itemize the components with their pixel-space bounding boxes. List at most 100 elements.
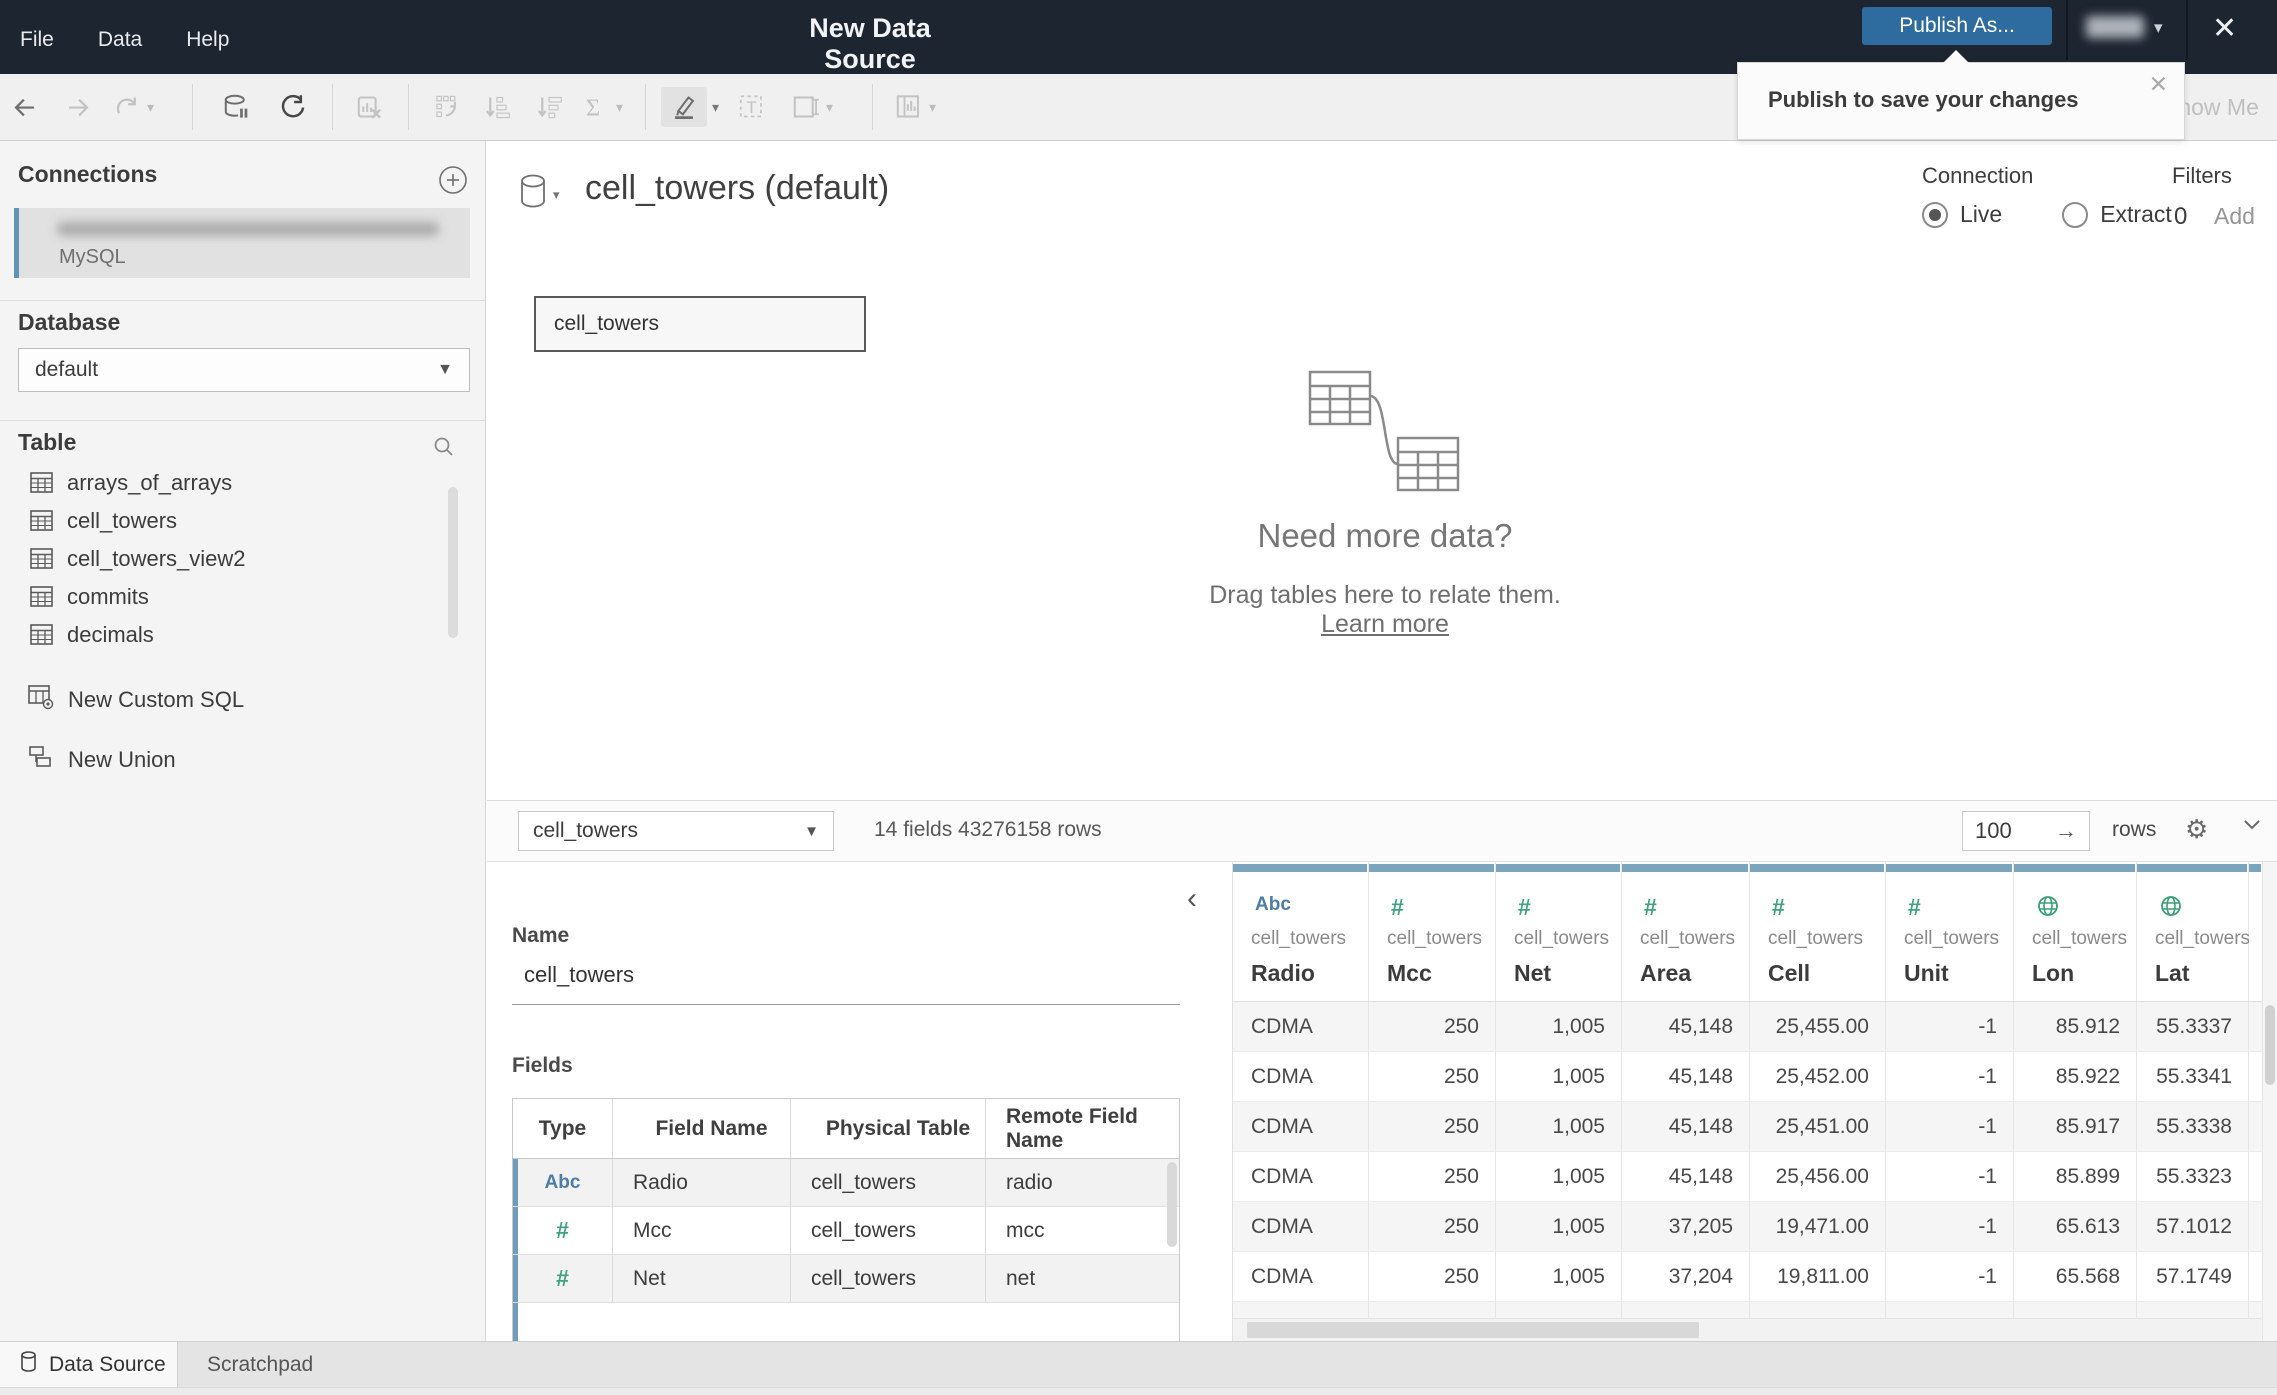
svg-text:Σ: Σ: [586, 94, 600, 121]
grid-cell: -1: [1886, 1152, 2014, 1201]
tooltip-close-icon[interactable]: ✕: [2149, 71, 2168, 98]
totals-sigma-icon[interactable]: Σ ▾: [581, 93, 623, 121]
text-annotation-icon[interactable]: T: [737, 93, 767, 121]
sidebar-table-item-commits[interactable]: commits: [0, 578, 486, 616]
connection-item[interactable]: MySQL: [14, 208, 470, 278]
field-name-cell: Mcc: [613, 1207, 791, 1254]
grid-cell: -1: [1886, 1052, 2014, 1101]
grid-collapse-chevron-icon[interactable]: [2239, 811, 2265, 842]
sidebar-table-item-cell_towers_view2[interactable]: cell_towers_view2: [0, 540, 486, 578]
table-item-label: commits: [67, 584, 149, 609]
grid-data-row: CDMA 250 1,005 37,205 19,471.00 -1 65.613 57.10…: [1233, 1202, 2263, 1252]
table-icon: [30, 586, 54, 608]
grid-vertical-scrollbar[interactable]: [2263, 862, 2277, 1341]
grid-column-header-mcc[interactable]: # cell_towers Mcc: [1369, 862, 1496, 1002]
sidebar-table-item-cell_towers[interactable]: cell_towers: [0, 502, 486, 540]
grid-cell: 85.917: [2014, 1102, 2137, 1151]
sort-descending-icon[interactable]: [534, 93, 564, 121]
datasource-caret-icon[interactable]: ▾: [553, 187, 560, 203]
row-count-input[interactable]: 100 →: [1962, 811, 2090, 851]
table-name-input[interactable]: cell_towers: [524, 962, 634, 988]
grid-column-header-net[interactable]: # cell_towers Net: [1496, 862, 1622, 1002]
show-hide-cards-icon[interactable]: ▾: [894, 93, 936, 121]
search-icon[interactable]: [432, 435, 456, 464]
pause-datasource-icon[interactable]: [222, 93, 252, 121]
logical-table-card[interactable]: cell_towers: [534, 296, 866, 352]
filters-add-link[interactable]: Add: [2214, 203, 2255, 230]
grid-column-header-unit[interactable]: # cell_towers Unit: [1886, 862, 2014, 1002]
menu-help[interactable]: Help: [186, 28, 229, 52]
number-type-icon: #: [1908, 894, 1921, 920]
grid-cell: CDMA: [1233, 1152, 1369, 1201]
column-field-name: Area: [1640, 960, 1692, 986]
fields-table-row[interactable]: # Net cell_towers net: [513, 1255, 1179, 1303]
publish-as-button[interactable]: Publish As...: [1862, 7, 2052, 45]
swap-rows-columns-icon[interactable]: [432, 93, 462, 121]
fields-table-row[interactable]: Abc Radio cell_towers radio: [513, 1159, 1179, 1207]
column-accent-strip: [1233, 864, 1367, 872]
table-list-scrollbar[interactable]: [448, 487, 458, 638]
refresh-icon[interactable]: [278, 93, 308, 121]
extract-radio[interactable]: [2062, 201, 2089, 228]
column-table-name: cell_towers: [1768, 928, 1864, 949]
column-accent-strip: [2249, 864, 2261, 872]
grid-column-header-area[interactable]: # cell_towers Area: [1622, 862, 1750, 1002]
add-connection-icon[interactable]: [438, 165, 468, 200]
dropdown-caret-icon[interactable]: ▾: [826, 99, 833, 116]
grid-cell: 250: [1369, 1152, 1496, 1201]
account-name-redacted[interactable]: [2086, 16, 2144, 38]
dropdown-caret-icon[interactable]: ▾: [929, 99, 936, 116]
dropdown-caret-icon[interactable]: ▾: [712, 99, 719, 116]
apply-row-count-icon[interactable]: →: [2055, 818, 2077, 844]
field-remote-name-cell: net: [1006, 1266, 1036, 1290]
grid-column-header-lon[interactable]: cell_towers Lon: [2014, 862, 2137, 1002]
database-select[interactable]: default ▼: [18, 348, 470, 392]
tab-scratchpad[interactable]: Scratchpad: [179, 1342, 559, 1388]
live-radio-label: Live: [1960, 201, 2003, 227]
grid-cell: 1,005: [1496, 1252, 1622, 1301]
fields-table-row[interactable]: # Mcc cell_towers mcc: [513, 1207, 1179, 1255]
window-close-icon[interactable]: ✕: [2212, 14, 2237, 44]
empty-state-subtitle: Drag tables here to relate them. Learn m…: [1185, 581, 1585, 639]
sidebar-table-item-decimals[interactable]: decimals: [0, 616, 486, 654]
menu-file[interactable]: File: [20, 28, 54, 52]
column-accent-strip: [1369, 864, 1494, 872]
datasource-cylinder-icon[interactable]: [518, 174, 548, 215]
panel-collapse-icon[interactable]: ‹: [1187, 884, 1197, 914]
dropdown-caret-icon[interactable]: ▾: [616, 99, 623, 116]
account-caret-icon[interactable]: ▾: [2154, 18, 2163, 38]
fields-table-scrollbar[interactable]: [1167, 1162, 1177, 1247]
tooltip-arrow: [1943, 50, 1969, 63]
new-custom-sql-item[interactable]: New Custom SQL: [0, 680, 486, 720]
field-type-cell: Abc: [513, 1159, 613, 1206]
grid-cell: 37,204: [1622, 1252, 1750, 1301]
back-icon[interactable]: [10, 93, 40, 121]
fit-selector-icon[interactable]: ▾: [791, 93, 833, 121]
learn-more-link[interactable]: Learn more: [1321, 610, 1449, 638]
table-icon: [30, 624, 54, 646]
grid-cell: 55.3323: [2137, 1152, 2249, 1201]
forward-icon[interactable]: [63, 93, 93, 121]
grid-table-select[interactable]: cell_towers ▼: [518, 811, 834, 851]
live-radio[interactable]: [1922, 201, 1948, 228]
grid-cell: 250: [1369, 1002, 1496, 1051]
tab-data-source[interactable]: Data Source: [0, 1342, 178, 1388]
new-union-item[interactable]: New Union: [0, 740, 486, 780]
dropdown-caret-icon[interactable]: ▾: [147, 99, 154, 116]
grid-settings-gear-icon[interactable]: ⚙: [2185, 814, 2208, 845]
grid-column-header-lat[interactable]: cell_towers Lat: [2137, 862, 2250, 1002]
highlight-pen-icon[interactable]: ▾: [660, 87, 719, 127]
grid-cell: 57.1012: [2137, 1202, 2249, 1251]
toolbar-divider: [645, 84, 646, 130]
sort-ascending-icon[interactable]: [482, 93, 512, 121]
redo-icon[interactable]: ▾: [112, 93, 154, 121]
column-field-name: Net: [1514, 960, 1552, 986]
sidebar-table-item-arrays_of_arrays[interactable]: arrays_of_arrays: [0, 464, 486, 502]
grid-column-header-radio[interactable]: Abc cell_towers Radio: [1233, 862, 1369, 1002]
clear-sheet-icon[interactable]: [355, 93, 385, 121]
grid-cell: -1: [1886, 1252, 2014, 1301]
grid-column-header-cell[interactable]: # cell_towers Cell: [1750, 862, 1886, 1002]
grid-horizontal-scrollbar[interactable]: [1233, 1318, 2261, 1341]
menu-data[interactable]: Data: [98, 28, 142, 52]
grid-cell: -1: [1886, 1002, 2014, 1051]
